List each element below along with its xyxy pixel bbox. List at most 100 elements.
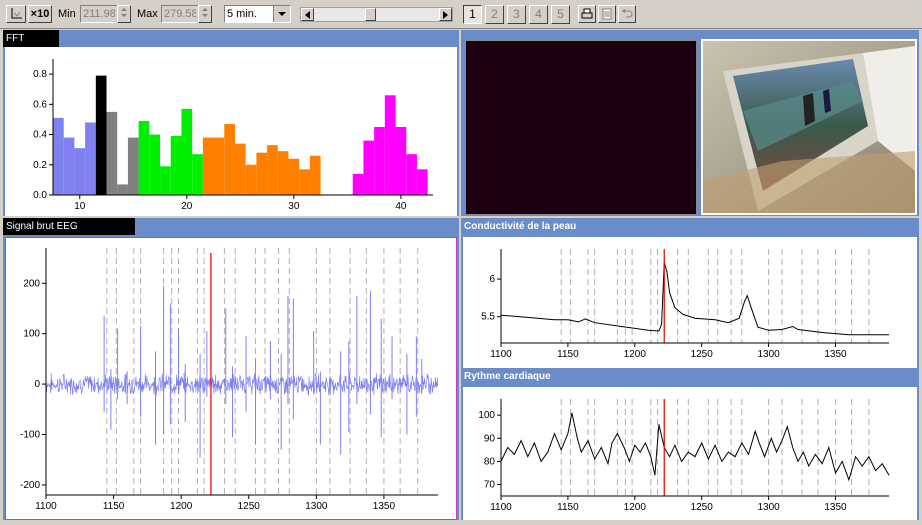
video-feed-2[interactable] [701,39,917,215]
fft-bar [277,151,289,195]
fft-bar [53,117,64,195]
fft-y-tick-label: 0.8 [33,69,47,80]
scroll-thumb[interactable] [365,8,377,21]
fft-bar [363,140,375,195]
skin-plot-area: 1100 1150 1200 1250 1300 1350 5.5 6 [463,237,917,368]
eeg-y-tick-label: 0 [34,379,40,390]
max-spinner[interactable] [198,5,212,23]
undo-button[interactable] [618,5,636,23]
heart-y-tick-label: 100 [478,410,495,421]
heart-y-tick-label: 90 [484,433,496,444]
page-button-5[interactable]: 5 [551,5,570,24]
fft-bar [181,108,193,195]
skin-signal-line [500,262,889,336]
skin-x-tick-label: 1350 [824,349,847,360]
video-feed-1[interactable] [465,40,697,215]
min-label: Min [58,8,76,20]
fft-x-tick-label: 20 [181,201,193,212]
heart-y-tick-label: 80 [484,456,496,467]
fft-bar [138,120,150,195]
fft-bar [374,127,385,195]
fft-bar [117,184,128,195]
print-icon [581,8,593,19]
fft-bar [85,122,96,195]
chevron-down-icon [273,6,290,22]
fft-bar [384,95,396,195]
page-button-4[interactable]: 4 [529,5,548,24]
delete-icon [602,8,612,20]
fft-bar [234,143,246,195]
fft-bar [309,155,321,195]
fft-title: FFT [3,30,59,47]
scroll-right-button[interactable] [439,8,452,21]
eeg-x-tick-label: 1350 [373,501,396,512]
fft-bar [256,152,268,195]
fft-y-tick-label: 0.4 [33,130,47,141]
skin-y-tick-label: 6 [489,274,495,285]
delete-button[interactable] [598,5,616,23]
skin-conductance-panel: Conductivité de la peau 1100 1150 1200 1250… [461,218,919,368]
heart-signal-line [500,412,890,482]
window-select[interactable]: 5 min. [224,5,291,23]
heart-rate-title: Rythme cardiaque [464,371,551,382]
page-button-3[interactable]: 3 [507,5,526,24]
heart-x-tick-label: 1150 [557,502,579,513]
fft-bar [202,137,214,195]
eeg-x-tick-label: 1150 [103,501,125,512]
skin-x-tick-label: 1250 [691,349,714,360]
window-select-value: 5 min. [227,8,257,20]
fft-bar [160,166,171,195]
skin-y-tick-label: 5.5 [481,312,495,323]
fft-y-tick-label: 0.2 [33,160,47,171]
skin-x-tick-label: 1300 [757,349,780,360]
fft-y-tick-label: 0.6 [33,99,47,110]
max-input[interactable] [161,5,199,23]
fft-bar [406,154,417,195]
eeg-x-tick-label: 1100 [35,501,57,512]
page-button-2[interactable]: 2 [485,5,504,24]
zoom-x10-button[interactable]: ×10 [28,5,52,23]
fft-y-tick-label: 0.0 [33,190,47,201]
eeg-y-tick-label: -100 [20,430,40,441]
heart-y-tick-label: 70 [484,479,496,490]
eeg-x-tick-label: 1200 [170,501,193,512]
scroll-left-button[interactable] [301,8,314,21]
page-button-1[interactable]: 1 [463,5,482,24]
fft-bar [299,169,310,195]
fft-bar [213,137,225,195]
heart-x-tick-label: 1200 [624,502,647,513]
min-input[interactable] [80,5,118,23]
skin-x-tick-label: 1200 [624,349,647,360]
eeg-signal-line [45,372,439,396]
heart-x-tick-label: 1300 [757,502,780,513]
undo-icon [622,9,633,18]
eeg-chart: 1100 1150 1200 1250 1300 1350 -200 -100 0 100 200 [20,248,439,512]
fft-bar [245,164,257,195]
heart-x-tick-label: 1100 [490,502,512,513]
fft-bar [149,134,161,195]
skin-conductance-title: Conductivité de la peau [464,221,577,232]
heart-x-tick-label: 1350 [824,502,847,513]
heart-x-tick-label: 1250 [691,502,714,513]
fft-bar [267,145,278,195]
axis-icon [11,8,22,19]
fft-panel: FFT 10 20 30 40 0.0 0.2 0.4 0.6 0.8 [3,30,459,216]
print-button[interactable] [578,5,596,23]
max-label: Max [137,8,158,20]
fft-chart: 10 20 30 40 0.0 0.2 0.4 0.6 0.8 [33,59,433,212]
fft-bar [63,137,75,195]
axis-reset-button[interactable] [6,5,26,23]
eeg-title: Signal brut EEG [3,218,135,235]
heart-rate-panel: Rythme cardiaque 1100 1150 1200 1250 1300 135… [461,368,919,520]
time-scrollbar[interactable] [300,7,453,22]
heart-plot-area: 1100 1150 1200 1250 1300 1350 70 80 90 100 [463,387,917,520]
fft-bar [170,136,182,195]
fft-bar [224,123,235,195]
fft-bar [127,137,139,195]
fft-bar [395,127,407,195]
fft-bar [95,75,107,195]
toolbar: ×10 Min Max 5 min. 12345 [0,0,922,29]
min-spinner[interactable] [117,5,131,23]
skin-conductance-chart: 1100 1150 1200 1250 1300 1350 5.5 6 [481,249,889,360]
fft-x-tick-label: 40 [395,201,407,212]
